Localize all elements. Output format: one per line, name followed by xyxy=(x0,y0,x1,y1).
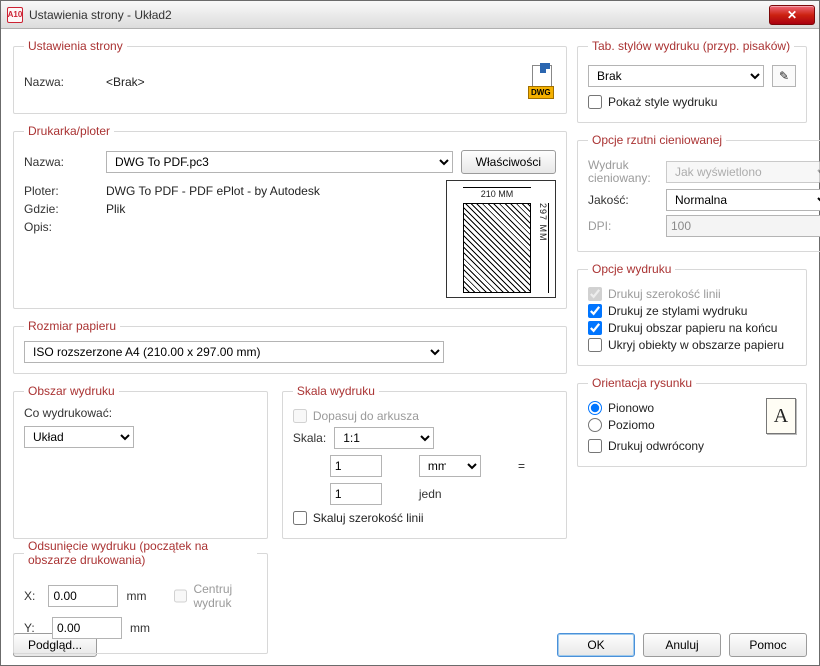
group-plot-offset: Odsunięcie wydruku (początek na obszarze… xyxy=(13,539,268,654)
offset-x-label: X: xyxy=(24,589,40,603)
group-plot-styles: Tab. stylów wydruku (przyp. pisaków) Bra… xyxy=(577,39,807,123)
show-plot-styles-checkbox[interactable]: Pokaż style wydruku xyxy=(588,95,796,109)
legend-printer: Drukarka/ploter xyxy=(24,124,114,138)
scale-denominator-input[interactable] xyxy=(330,483,382,505)
scale-numerator-input[interactable] xyxy=(330,455,382,477)
paper-size-select[interactable]: ISO rozszerzone A4 (210.00 x 297.00 mm) xyxy=(24,341,444,363)
where-value: Plik xyxy=(106,202,125,216)
quality-select[interactable]: Normalna xyxy=(666,189,820,211)
quality-label: Jakość: xyxy=(588,193,658,207)
scale-unit-bottom: jedn xyxy=(419,487,512,501)
hide-paperspace-checkbox[interactable]: Ukryj obiekty w obszarze papieru xyxy=(588,338,796,352)
plot-lineweights-checkbox: Drukuj szerokość linii xyxy=(588,287,796,301)
offset-y-input[interactable] xyxy=(52,617,122,639)
legend-plot-area: Obszar wydruku xyxy=(24,384,119,398)
legend-plot-scale: Skala wydruku xyxy=(293,384,379,398)
plot-upside-down-checkbox[interactable]: Drukuj odwrócony xyxy=(588,439,796,453)
titlebar: A10 Ustawienia strony - Układ2 ✕ xyxy=(1,1,819,29)
group-printer: Drukarka/ploter Nazwa: DWG To PDF.pc3 Wł… xyxy=(13,124,567,309)
group-plot-options: Opcje wydruku Drukuj szerokość linii Dru… xyxy=(577,262,807,366)
help-button[interactable]: Pomoc xyxy=(729,633,807,657)
paper-preview-width: 210 MM xyxy=(463,187,531,199)
close-icon: ✕ xyxy=(787,8,797,22)
plot-style-select[interactable]: Brak xyxy=(588,65,764,87)
legend-plot-options: Opcje wydruku xyxy=(588,262,675,276)
group-plot-scale: Skala wydruku Dopasuj do arkusza Skala: … xyxy=(282,384,567,539)
offset-y-unit: mm xyxy=(130,621,150,635)
ok-button[interactable]: OK xyxy=(557,633,635,657)
scale-equals: = xyxy=(518,459,556,473)
fit-to-paper-checkbox: Dopasuj do arkusza xyxy=(293,409,556,423)
printer-name-label: Nazwa: xyxy=(24,155,98,169)
dwg-icon: DWG xyxy=(528,65,556,99)
group-page-setup: Ustawienia strony Nazwa: <Brak> DWG xyxy=(13,39,567,114)
paper-preview-height: 297 MM xyxy=(536,203,549,293)
orientation-preview-icon: A xyxy=(766,398,796,434)
group-plot-area: Obszar wydruku Co wydrukować: Układ xyxy=(13,384,268,539)
legend-orientation: Orientacja rysunku xyxy=(588,376,696,390)
printer-name-select[interactable]: DWG To PDF.pc3 xyxy=(106,151,453,173)
scale-lineweights-checkbox[interactable]: Skaluj szerokość linii xyxy=(293,511,556,525)
window-title: Ustawienia strony - Układ2 xyxy=(29,8,172,22)
shade-plot-label: Wydruk cieniowany: xyxy=(588,159,658,185)
close-button[interactable]: ✕ xyxy=(769,5,815,25)
center-plot-checkbox: Centruj wydruk xyxy=(174,582,256,610)
scale-label: Skala: xyxy=(293,431,326,445)
plotter-label: Ploter: xyxy=(24,184,98,198)
legend-paper-size: Rozmiar papieru xyxy=(24,319,120,333)
printer-properties-button[interactable]: Właściwości xyxy=(461,150,556,174)
group-paper-size: Rozmiar papieru ISO rozszerzone A4 (210.… xyxy=(13,319,567,374)
offset-x-input[interactable] xyxy=(48,585,118,607)
where-label: Gdzie: xyxy=(24,202,98,216)
plot-style-edit-button[interactable]: ✎ xyxy=(772,65,796,87)
dpi-input xyxy=(666,215,820,237)
what-to-plot-label: Co wydrukować: xyxy=(24,406,257,420)
paper-preview: 210 MM 297 MM xyxy=(446,180,556,298)
page-setup-name-label: Nazwa: xyxy=(24,75,98,89)
orientation-landscape-radio[interactable]: Poziomo xyxy=(588,418,766,432)
pencil-icon: ✎ xyxy=(779,69,789,83)
shade-plot-select: Jak wyświetlono xyxy=(666,161,820,183)
app-icon: A10 xyxy=(7,7,23,23)
orientation-portrait-radio[interactable]: Pionowo xyxy=(588,401,766,415)
page-setup-name-value: <Brak> xyxy=(106,75,145,89)
group-shaded-viewport: Opcje rzutni cieniowanej Wydruk cieniowa… xyxy=(577,133,820,252)
cancel-button[interactable]: Anuluj xyxy=(643,633,721,657)
plotter-value: DWG To PDF - PDF ePlot - by Autodesk xyxy=(106,184,320,198)
plot-paper-last-checkbox[interactable]: Drukuj obszar papieru na końcu xyxy=(588,321,796,335)
dpi-label: DPI: xyxy=(588,219,658,233)
group-orientation: Orientacja rysunku Pionowo Poziomo A Dru… xyxy=(577,376,807,467)
offset-y-label: Y: xyxy=(24,621,44,635)
scale-unit-select[interactable]: mm xyxy=(419,455,481,477)
offset-x-unit: mm xyxy=(126,589,146,603)
desc-label: Opis: xyxy=(24,220,98,234)
scale-select[interactable]: 1:1 xyxy=(334,427,434,449)
legend-plot-styles: Tab. stylów wydruku (przyp. pisaków) xyxy=(588,39,794,53)
legend-page-setup: Ustawienia strony xyxy=(24,39,127,53)
plot-with-styles-checkbox[interactable]: Drukuj ze stylami wydruku xyxy=(588,304,796,318)
what-to-plot-select[interactable]: Układ xyxy=(24,426,134,448)
legend-shaded-viewport: Opcje rzutni cieniowanej xyxy=(588,133,726,147)
legend-plot-offset: Odsunięcie wydruku (początek na obszarze… xyxy=(24,539,257,567)
